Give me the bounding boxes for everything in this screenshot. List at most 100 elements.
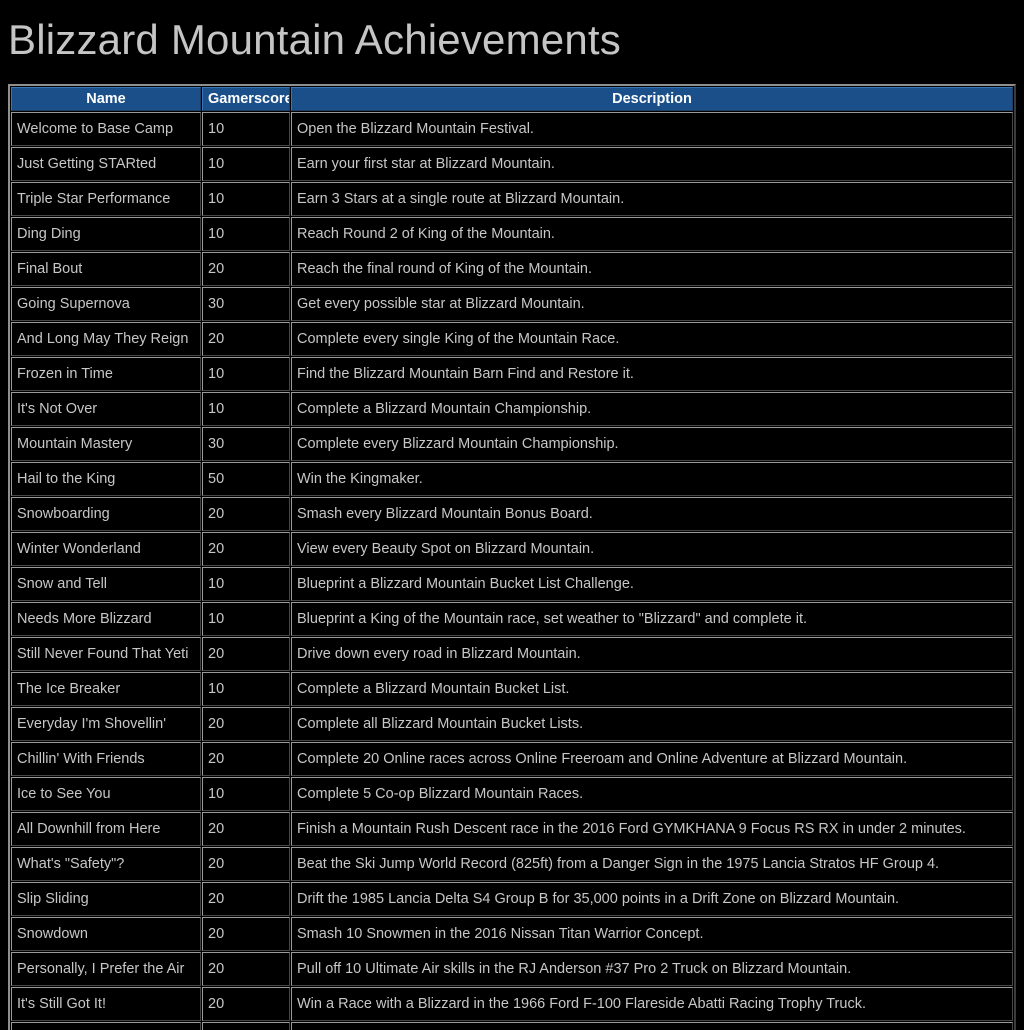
table-row[interactable]: What's "Safety"? 20 Beat the Ski Jump Worl…	[11, 847, 1013, 881]
cell-gamerscore: 30	[202, 287, 290, 321]
cell-achievement-name: Triple Star Performance	[11, 182, 201, 216]
cell-description: Complete every Blizzard Mountain Champio…	[291, 427, 1013, 461]
table-row[interactable]: Everyday I'm Shovellin' 20 Complete all Bl…	[11, 707, 1013, 741]
table-row[interactable]: Final Bout 20 Reach the final round of Kin…	[11, 252, 1013, 286]
cell-achievement-name: Hail to the King	[11, 462, 201, 496]
cell-gamerscore: 30	[202, 427, 290, 461]
table-row[interactable]: Ice to See You 10 Complete 5 Co-op Blizzar…	[11, 777, 1013, 811]
cell-gamerscore: 20	[202, 497, 290, 531]
cell-description: Find the Blizzard Mountain Barn Find and…	[291, 357, 1013, 391]
achievements-table-container: Name Gamerscore Description Welcome to B…	[0, 84, 1024, 1030]
cell-gamerscore: 20	[202, 812, 290, 846]
cell-gamerscore: 10	[202, 147, 290, 181]
cell-description: Win the Kingmaker.	[291, 462, 1013, 496]
cell-description: View every Beauty Spot on Blizzard Mount…	[291, 532, 1013, 566]
cell-achievement-name: Chillin' With Friends	[11, 742, 201, 776]
cell-achievement-name: Final Bout	[11, 252, 201, 286]
table-row[interactable]: And Long May They Reign 20 Complete every …	[11, 322, 1013, 356]
cell-achievement-name: Everyday I'm Shovellin'	[11, 707, 201, 741]
column-header-gamerscore[interactable]: Gamerscore	[202, 87, 290, 111]
cell-gamerscore: 10	[202, 567, 290, 601]
cell-gamerscore: 20	[202, 742, 290, 776]
table-row[interactable]: Needs More Blizzard 10 Blueprint a King of…	[11, 602, 1013, 636]
cell-description: Complete a Blizzard Mountain Championshi…	[291, 392, 1013, 426]
table-row[interactable]: Welcome to Base Camp 10 Open the Blizzard …	[11, 112, 1013, 146]
cell-description: Get every possible star at Blizzard Moun…	[291, 287, 1013, 321]
table-row[interactable]: Triple Star Performance 10 Earn 3 Stars at…	[11, 182, 1013, 216]
table-row[interactable]: Going Supernova 30 Get every possible star…	[11, 287, 1013, 321]
cell-gamerscore: 20	[202, 952, 290, 986]
cell-description: Complete a Blizzard Mountain Bucket List…	[291, 672, 1013, 706]
table-row[interactable]: Snow and Tell 10 Blueprint a Blizzard Moun…	[11, 567, 1013, 601]
cell-gamerscore: 10	[202, 602, 290, 636]
cell-description: Reach the final round of King of the Mou…	[291, 252, 1013, 286]
table-row[interactable]: The Ice Breaker 10 Complete a Blizzard Mou…	[11, 672, 1013, 706]
column-header-description[interactable]: Description	[291, 87, 1013, 111]
cell-gamerscore: 10	[202, 217, 290, 251]
table-row[interactable]: It's Not Over 10 Complete a Blizzard Mount…	[11, 392, 1013, 426]
cell-gamerscore: 20	[202, 322, 290, 356]
cell-achievement-name: Snowboating	[11, 1022, 201, 1030]
cell-achievement-name: Personally, I Prefer the Air	[11, 952, 201, 986]
page-title: Blizzard Mountain Achievements	[8, 16, 621, 63]
cell-achievement-name: Welcome to Base Camp	[11, 112, 201, 146]
table-row[interactable]: Slip Sliding 20 Drift the 1985 Lancia Delt…	[11, 882, 1013, 916]
cell-achievement-name: It's Still Got It!	[11, 987, 201, 1021]
cell-achievement-name: It's Not Over	[11, 392, 201, 426]
table-row[interactable]: All Downhill from Here 20 Finish a Mountai…	[11, 812, 1013, 846]
cell-description: Smash 10 Snowmen in the 2016 Nissan Tita…	[291, 917, 1013, 951]
cell-achievement-name: All Downhill from Here	[11, 812, 201, 846]
cell-achievement-name: And Long May They Reign	[11, 322, 201, 356]
cell-achievement-name: Snow and Tell	[11, 567, 201, 601]
column-header-name[interactable]: Name	[11, 87, 201, 111]
cell-description: Earn your first star at Blizzard Mountai…	[291, 147, 1013, 181]
cell-description: Complete all Blizzard Mountain Bucket Li…	[291, 707, 1013, 741]
cell-gamerscore: 10	[202, 357, 290, 391]
achievements-table: Name Gamerscore Description Welcome to B…	[8, 84, 1016, 1030]
cell-gamerscore: 20	[202, 987, 290, 1021]
cell-achievement-name: Ding Ding	[11, 217, 201, 251]
cell-gamerscore: 10	[202, 182, 290, 216]
table-row[interactable]: Chillin' With Friends 20 Complete 20 Onlin…	[11, 742, 1013, 776]
cell-description: Earn 3 Stars at a single route at Blizza…	[291, 182, 1013, 216]
table-row[interactable]: Still Never Found That Yeti 20 Drive down …	[11, 637, 1013, 671]
cell-gamerscore: 20	[202, 637, 290, 671]
cell-description: Open the Blizzard Mountain Festival.	[291, 112, 1013, 146]
cell-achievement-name: Just Getting STARted	[11, 147, 201, 181]
cell-description: Complete 20 Online races across Online F…	[291, 742, 1013, 776]
table-row[interactable]: Hail to the King 50 Win the Kingmaker.	[11, 462, 1013, 496]
cell-gamerscore: 10	[202, 672, 290, 706]
table-row[interactable]: It's Still Got It! 20 Win a Race with a Bl…	[11, 987, 1013, 1021]
cell-description: Get 100,000 Score in one Chain in the 20…	[291, 1022, 1013, 1030]
cell-achievement-name: Mountain Mastery	[11, 427, 201, 461]
cell-gamerscore: 20	[202, 882, 290, 916]
table-row[interactable]: Winter Wonderland 20 View every Beauty Spo…	[11, 532, 1013, 566]
table-row[interactable]: Frozen in Time 10 Find the Blizzard Mounta…	[11, 357, 1013, 391]
table-row[interactable]: Snowdown 20 Smash 10 Snowmen in the 2016 N…	[11, 917, 1013, 951]
cell-description: Reach Round 2 of King of the Mountain.	[291, 217, 1013, 251]
cell-gamerscore: 50	[202, 462, 290, 496]
table-header-row: Name Gamerscore Description	[11, 87, 1013, 111]
cell-achievement-name: Winter Wonderland	[11, 532, 201, 566]
cell-description: Blueprint a Blizzard Mountain Bucket Lis…	[291, 567, 1013, 601]
table-row[interactable]: Snowboating20Get 100,000 Score in one Ch…	[11, 1022, 1013, 1030]
cell-description: Drive down every road in Blizzard Mounta…	[291, 637, 1013, 671]
table-row[interactable]: Mountain Mastery 30 Complete every Blizzar…	[11, 427, 1013, 461]
cell-achievement-name: Snowdown	[11, 917, 201, 951]
cell-gamerscore: 10	[202, 392, 290, 426]
table-row[interactable]: Personally, I Prefer the Air 20 Pull off 1…	[11, 952, 1013, 986]
cell-gamerscore: 20	[202, 532, 290, 566]
table-row[interactable]: Snowboarding 20 Smash every Blizzard Mount…	[11, 497, 1013, 531]
cell-description: Complete 5 Co-op Blizzard Mountain Races…	[291, 777, 1013, 811]
cell-achievement-name: Needs More Blizzard	[11, 602, 201, 636]
cell-achievement-name: What's "Safety"?	[11, 847, 201, 881]
cell-description: Smash every Blizzard Mountain Bonus Boar…	[291, 497, 1013, 531]
cell-achievement-name: Ice to See You	[11, 777, 201, 811]
cell-achievement-name: Slip Sliding	[11, 882, 201, 916]
table-row[interactable]: Just Getting STARted 10 Earn your first st…	[11, 147, 1013, 181]
cell-gamerscore: 20	[202, 252, 290, 286]
table-body: Welcome to Base Camp 10 Open the Blizzard …	[11, 112, 1013, 1030]
table-row[interactable]: Ding Ding 10 Reach Round 2 of King of the …	[11, 217, 1013, 251]
cell-gamerscore: 20	[202, 847, 290, 881]
cell-gamerscore: 20	[202, 1022, 290, 1030]
